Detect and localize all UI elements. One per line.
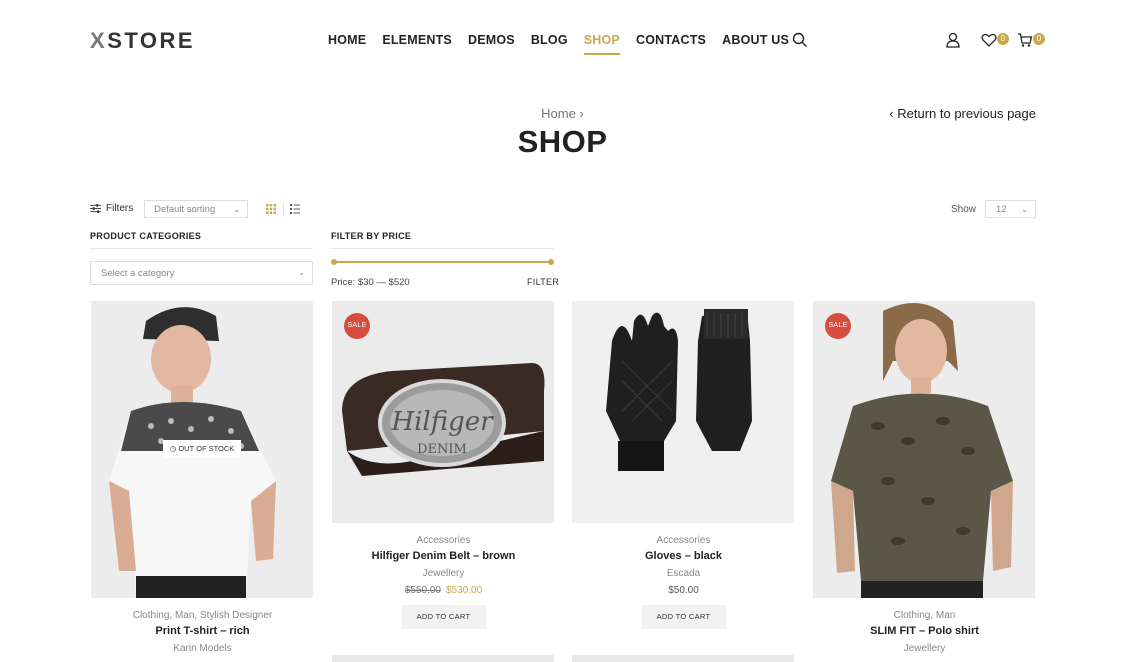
product-image-hilfiger-belt[interactable]: Hilfiger DENIM SALE [332, 301, 554, 523]
old-price: $550.00 [404, 585, 441, 596]
nav-contacts[interactable]: CONTACTS [636, 33, 706, 47]
widget-divider [90, 248, 313, 249]
product-category[interactable]: Clothing, Man [813, 610, 1036, 621]
filters-toggle[interactable]: Filters [90, 203, 133, 214]
product-name[interactable]: Gloves – black [572, 550, 795, 562]
product-category[interactable]: Clothing, Man, Stylish Designer [91, 610, 314, 621]
product-image-gloves[interactable] [572, 301, 794, 523]
nav-shop[interactable]: SHOP [583, 33, 621, 55]
product-info-print-tshirt: Clothing, Man, Stylish Designer Print T-… [91, 610, 314, 654]
sorting-select[interactable]: Default sorting ⌄ [144, 200, 248, 218]
list-view-icon[interactable] [290, 204, 300, 214]
add-to-cart-button[interactable]: ADD TO CART [641, 605, 726, 629]
return-to-previous-page-link[interactable]: ‹ Return to previous page [889, 106, 1036, 121]
product-brand[interactable]: Escada [572, 568, 795, 579]
filter-by-price-title: FILTER BY PRICE [331, 231, 412, 241]
view-divider [283, 203, 284, 215]
account-button[interactable] [945, 32, 965, 48]
cart-button[interactable]: 0 [1017, 32, 1045, 48]
per-page-select[interactable]: 12 ⌄ [985, 200, 1036, 218]
price-slider[interactable] [331, 259, 554, 265]
wishlist-button[interactable]: 0 [981, 32, 1009, 48]
product-brand[interactable]: Karin Models [91, 643, 314, 654]
filter-button[interactable]: FILTER [527, 277, 559, 287]
product-brand[interactable]: Jewellery [813, 643, 1036, 654]
category-select[interactable]: Select a category ⌄ [90, 261, 313, 285]
product-price: $550.00 $530.00 [332, 585, 555, 596]
price-range-label: Price: $30 — $520 [331, 277, 410, 288]
breadcrumb-separator: › [579, 106, 584, 121]
search-icon[interactable] [792, 32, 808, 48]
product-price: $50.00 [668, 585, 699, 596]
user-icon [946, 32, 960, 48]
product-info-slim-fit-polo: Clothing, Man SLIM FIT – Polo shirt Jewe… [813, 610, 1036, 654]
product-categories-title: PRODUCT CATEGORIES [90, 231, 202, 241]
product-name[interactable]: Print T-shirt – rich [91, 625, 314, 637]
price-slider-max-handle[interactable] [548, 259, 554, 265]
svg-text:DENIM: DENIM [417, 442, 467, 457]
page-title: SHOP [517, 124, 608, 159]
widget-divider [331, 248, 554, 249]
cart-count-badge: 0 [1033, 33, 1045, 45]
product-info-hilfiger-belt: Accessories Hilfiger Denim Belt – brown … [332, 535, 555, 629]
nav-home[interactable]: HOME [328, 33, 366, 47]
product-image-print-tshirt[interactable]: ◷ OUT OF STOCK [91, 301, 313, 598]
price-slider-min-handle[interactable] [331, 259, 337, 265]
product-name[interactable]: Hilfiger Denim Belt – brown [332, 550, 555, 562]
svg-text:Hilfiger: Hilfiger [390, 407, 494, 437]
show-label: Show [951, 204, 977, 215]
add-to-cart-button[interactable]: ADD TO CART [401, 605, 486, 629]
main-nav: HOME ELEMENTS DEMOS BLOG SHOP CONTACTS A… [328, 33, 789, 55]
nav-demos[interactable]: DEMOS [468, 33, 515, 47]
filter-sliders-icon [90, 204, 101, 213]
nav-blog[interactable]: BLOG [531, 33, 568, 47]
product-info-gloves: Accessories Gloves – black Escada $50.00… [572, 535, 795, 629]
out-of-stock-label: ◷ OUT OF STOCK [163, 440, 241, 458]
chevron-left-icon: ‹ [889, 106, 894, 121]
next-product-image-peek [572, 655, 794, 662]
product-photo [813, 301, 1035, 598]
product-category[interactable]: Accessories [572, 535, 795, 546]
breadcrumb-home[interactable]: Home [541, 106, 576, 121]
sale-badge: SALE [344, 313, 370, 339]
chevron-down-icon: ⌄ [1021, 205, 1028, 214]
next-product-image-peek [332, 655, 554, 662]
cart-icon [1018, 33, 1033, 47]
product-brand[interactable]: Jewellery [332, 568, 555, 579]
header-actions: 0 0 [945, 32, 1045, 48]
product-category[interactable]: Accessories [332, 535, 555, 546]
sale-price: $530.00 [446, 585, 483, 596]
chevron-down-icon: ⌄ [233, 205, 240, 214]
chevron-down-icon: ⌄ [298, 268, 305, 277]
product-name[interactable]: SLIM FIT – Polo shirt [813, 625, 1036, 637]
wishlist-count-badge: 0 [997, 33, 1009, 45]
product-image-slim-fit-polo[interactable]: SALE [813, 301, 1035, 598]
nav-elements[interactable]: ELEMENTS [382, 33, 452, 47]
nav-about-us[interactable]: ABOUT US [722, 33, 789, 47]
product-photo [572, 301, 794, 523]
sale-badge: SALE [825, 313, 851, 339]
filters-label: Filters [106, 203, 134, 214]
logo[interactable]: XSTORE [90, 28, 195, 54]
heart-icon [981, 33, 997, 47]
grid-view-icon[interactable] [266, 204, 276, 214]
